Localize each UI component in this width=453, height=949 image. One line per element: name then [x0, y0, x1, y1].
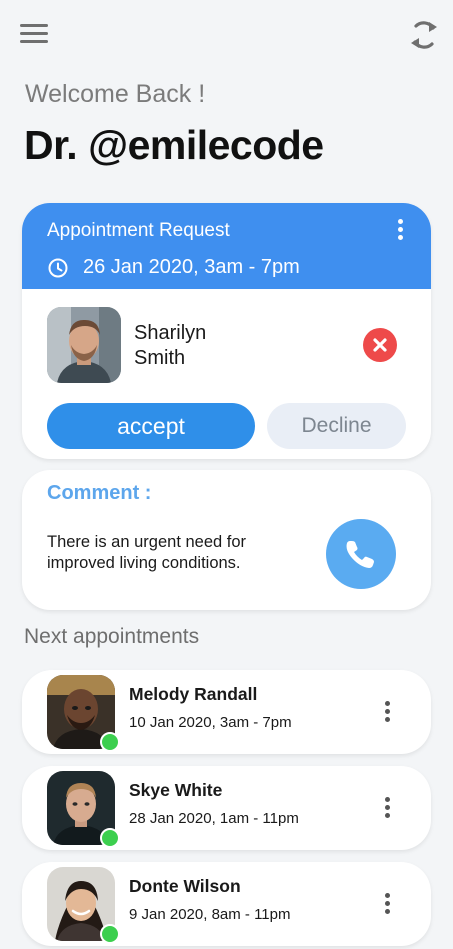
comment-text: There is an urgent need for improved liv…: [47, 533, 247, 572]
online-status-dot: [100, 924, 120, 944]
call-button[interactable]: [326, 519, 396, 589]
decline-button[interactable]: Decline: [267, 403, 406, 449]
appointment-name: Melody Randall: [129, 684, 258, 704]
accept-button[interactable]: accept: [47, 403, 255, 449]
list-item[interactable]: Donte Wilson 9 Jan 2020, 8am - 11pm: [22, 862, 431, 946]
sync-icon[interactable]: [408, 18, 440, 52]
online-status-dot: [100, 732, 120, 752]
phone-icon: [346, 541, 374, 568]
appointment-datetime: 9 Jan 2020, 8am - 11pm: [129, 906, 291, 923]
appointment-name: Skye White: [129, 780, 223, 800]
more-vertical-icon[interactable]: [380, 797, 394, 823]
appointment-request-datetime: 26 Jan 2020, 3am - 7pm: [83, 256, 300, 278]
appointment-request-title: Appointment Request: [47, 220, 230, 241]
comment-card: Comment : There is an urgent need for im…: [22, 470, 431, 610]
greeting-text: Welcome Back !: [25, 80, 206, 108]
doctor-name: Dr. @emilecode: [24, 122, 324, 168]
more-vertical-icon[interactable]: [380, 893, 394, 919]
online-status-dot: [100, 828, 120, 848]
appointment-request-header: Appointment Request 26 Jan 2020, 3am - 7…: [22, 203, 431, 289]
more-vertical-icon[interactable]: [380, 701, 394, 727]
appointment-request-card: Appointment Request 26 Jan 2020, 3am - 7…: [22, 203, 431, 459]
list-item[interactable]: Melody Randall 10 Jan 2020, 3am - 7pm: [22, 670, 431, 754]
appointment-datetime: 10 Jan 2020, 3am - 7pm: [129, 714, 292, 731]
clock-icon: [47, 257, 69, 279]
appointment-datetime: 28 Jan 2020, 1am - 11pm: [129, 810, 299, 827]
appointment-name: Donte Wilson: [129, 876, 241, 896]
close-circle-icon[interactable]: [363, 328, 397, 362]
patient-name: Sharilyn Smith: [134, 322, 207, 369]
top-bar: [0, 0, 453, 70]
avatar: [47, 307, 121, 383]
list-item[interactable]: Skye White 28 Jan 2020, 1am - 11pm: [22, 766, 431, 850]
hamburger-menu-icon[interactable]: [20, 24, 48, 46]
more-vertical-icon[interactable]: [393, 219, 407, 241]
next-appointments-title: Next appointments: [24, 625, 200, 648]
comment-title: Comment :: [47, 482, 152, 504]
